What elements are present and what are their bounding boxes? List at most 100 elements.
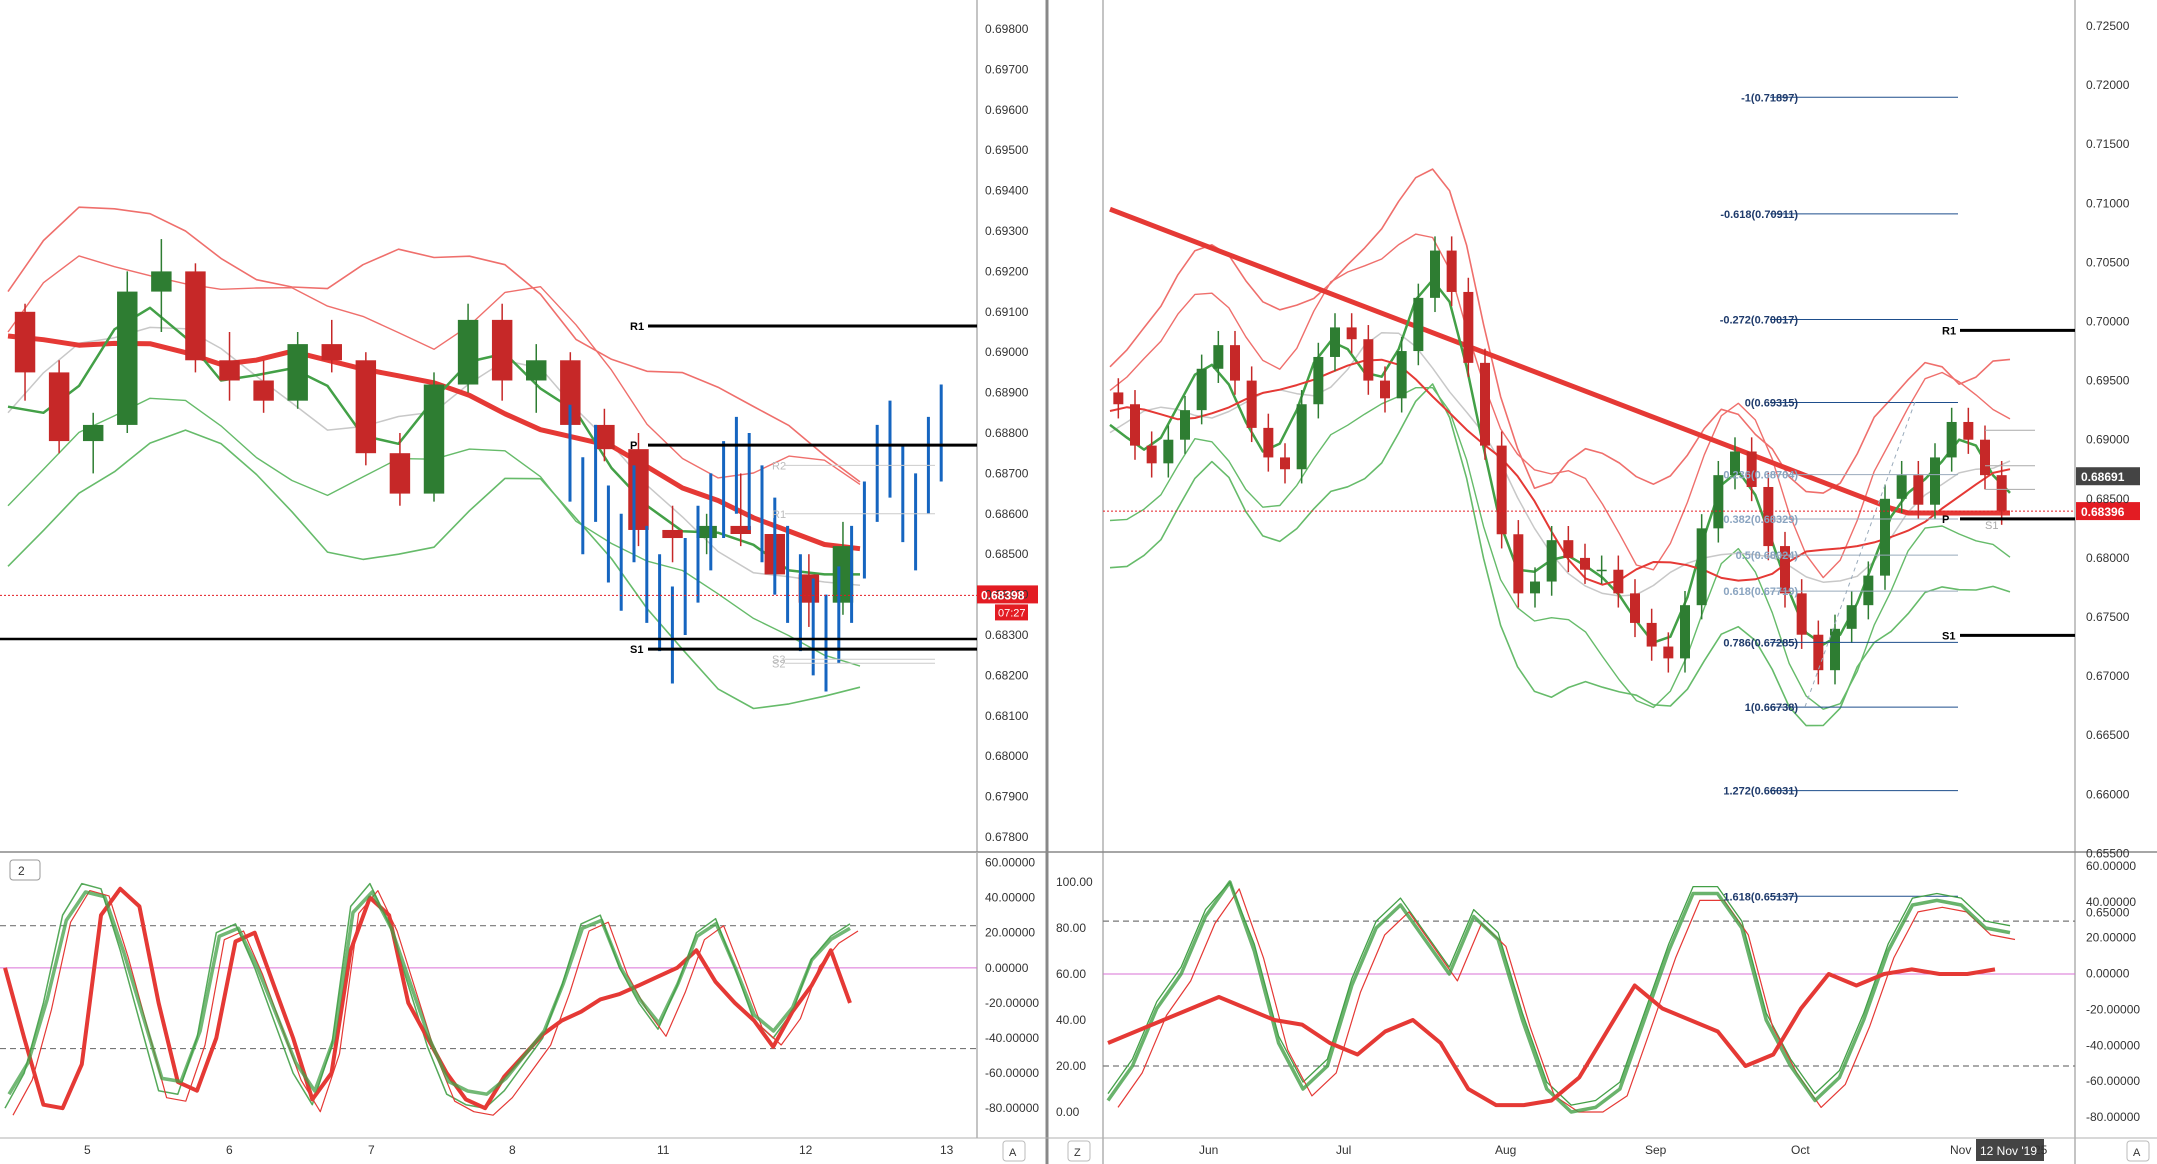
left-price-tick-label: 0.69500 <box>985 143 1029 157</box>
left-price-tick-label: 0.68000 <box>985 749 1029 763</box>
right-price-tag-label: 0.68396 <box>2081 505 2125 519</box>
right-candle-body <box>1180 410 1190 440</box>
right-price-tick-label: 0.69000 <box>2086 433 2130 447</box>
right-candle-body <box>1946 421 1957 458</box>
right-candle-body <box>1280 457 1290 470</box>
right-candle-body <box>1880 498 1890 576</box>
right-osc-left-tick-label: 0.00 <box>1056 1105 1080 1119</box>
fib-level-label: 0.786(0.67285) <box>1723 637 1798 649</box>
candle-body <box>389 453 411 494</box>
left-osc-tick-label: -60.00000 <box>985 1066 1039 1080</box>
left-price-tick-label: 0.69000 <box>985 345 1029 359</box>
left-price-tick-label: 0.68300 <box>985 628 1029 642</box>
left-price-tick-label: 0.67900 <box>985 790 1029 804</box>
right-candle-body <box>1580 557 1590 570</box>
right-candle-body <box>1813 634 1824 671</box>
fib-level-label: 0.618(0.67719) <box>1723 586 1798 598</box>
left-price-tick-label: 0.69700 <box>985 62 1029 76</box>
left-osc-tick-label: 40.00000 <box>985 891 1035 905</box>
right-candle-body <box>1513 534 1524 594</box>
right-candle-body <box>1963 421 1974 440</box>
left-price-tick-label: 0.68200 <box>985 668 1029 682</box>
time-axis-label: 5 <box>84 1143 91 1157</box>
right-candle-body <box>1613 569 1624 594</box>
right-osc-right-tick-label: 40.00000 <box>2086 895 2136 909</box>
right-candle-body <box>1846 605 1857 629</box>
right-candle-body <box>1630 593 1640 623</box>
right-candle-body <box>1396 351 1407 399</box>
candle-body <box>355 360 377 454</box>
right-time-axis-label: Jun <box>1199 1143 1218 1157</box>
left-price-tick-label: 0.68100 <box>985 709 1029 723</box>
right-osc-right-tick-label: -20.00000 <box>2086 1002 2140 1016</box>
indicator-toggle-button[interactable] <box>9 859 41 881</box>
fib-level-label: 1.272(0.66031) <box>1723 786 1798 798</box>
right-price-tick-label: 0.67500 <box>2086 610 2130 624</box>
time-axis-label: 6 <box>226 1143 233 1157</box>
indicator-toggle-label: 2 <box>18 864 25 878</box>
current-price-tag-label: 0.68691 <box>2081 470 2125 484</box>
right-candle-body <box>1113 392 1124 405</box>
candle-body <box>185 271 206 361</box>
candle-body <box>662 529 683 539</box>
candle-body <box>628 449 649 530</box>
right-candle-body <box>1863 575 1874 606</box>
right-time-axis-label: Jul <box>1336 1143 1351 1157</box>
candle-body <box>423 384 445 494</box>
pivot-r1-label: R1 <box>630 321 644 333</box>
right-time-axis-label: Aug <box>1495 1143 1516 1157</box>
right-price-tick-label: 0.69500 <box>2086 374 2130 388</box>
right-osc-left-tick-label: 40.00 <box>1056 1013 1086 1027</box>
right-osc-right-tick-label: -40.00000 <box>2086 1038 2140 1052</box>
right-candle-body <box>1230 345 1240 381</box>
left-osc-tick-label: 0.00000 <box>985 961 1029 975</box>
left-osc-tick-label: -20.00000 <box>985 996 1039 1010</box>
left-osc-tick-label: -80.00000 <box>985 1101 1039 1115</box>
right-candle-body <box>1380 380 1390 399</box>
right-candle-body <box>1463 291 1474 363</box>
left-price-tick-label: 0.68600 <box>985 507 1029 521</box>
timer-tag-label: 07:27 <box>998 607 1026 619</box>
time-axis-label: 11 <box>657 1143 670 1157</box>
fib-level-label: 0.5(0.68024) <box>1736 550 1799 562</box>
left-price-tick-label: 0.69800 <box>985 22 1029 36</box>
candle-body <box>457 319 479 385</box>
right-price-tick-label: 0.71000 <box>2086 196 2130 210</box>
candle-body <box>117 291 138 425</box>
time-axis-label: 7 <box>368 1143 375 1157</box>
candle-body <box>82 424 104 442</box>
right-osc-left-tick-label: 60.00 <box>1056 967 1086 981</box>
right-candle-body <box>1696 528 1707 606</box>
pivot-p-label: P <box>630 440 637 452</box>
right-candle-body <box>1796 593 1807 635</box>
right-candle-body <box>1346 327 1357 340</box>
right-candle-body <box>1646 622 1657 647</box>
time-axis-label: 8 <box>509 1143 516 1157</box>
candle-body <box>151 271 172 292</box>
left-osc-tick-label: 20.00000 <box>985 926 1035 940</box>
right-candle-body <box>1480 362 1490 446</box>
candle-body <box>287 344 308 401</box>
right-candle-body <box>1330 327 1340 357</box>
right-price-tick-label: 0.68000 <box>2086 551 2130 565</box>
right-pivot-s1-label: S1 <box>1942 630 1955 642</box>
right-candle-body <box>1363 339 1374 381</box>
right-candle-body <box>1896 475 1907 499</box>
right-osc-right-tick-label: -60.00000 <box>2086 1074 2140 1088</box>
right-candle-body <box>1263 427 1274 458</box>
right-price-tick-label: 0.72000 <box>2086 78 2130 92</box>
right-price-tick-label: 0.67000 <box>2086 669 2130 683</box>
left-price-tick-label: 0.67800 <box>985 830 1029 844</box>
right-candle-body <box>1546 540 1557 582</box>
right-time-axis-label: Sep <box>1645 1143 1667 1157</box>
right-price-tick-label: 0.70500 <box>2086 255 2130 269</box>
right-osc-right-tick-label: 0.00000 <box>2086 967 2130 981</box>
left-price-tick-label: 0.68700 <box>985 466 1029 480</box>
time-axis-label: 12 <box>799 1143 813 1157</box>
left-price-tick-label: 0.69100 <box>985 305 1029 319</box>
right-osc-right-tick-label: 60.00000 <box>2086 859 2136 873</box>
right-candle-body <box>1446 250 1457 292</box>
right-price-tick-label: 0.66000 <box>2086 787 2130 801</box>
right-candle-body <box>1713 475 1724 529</box>
left-price-tick-label: 0.69300 <box>985 224 1029 238</box>
